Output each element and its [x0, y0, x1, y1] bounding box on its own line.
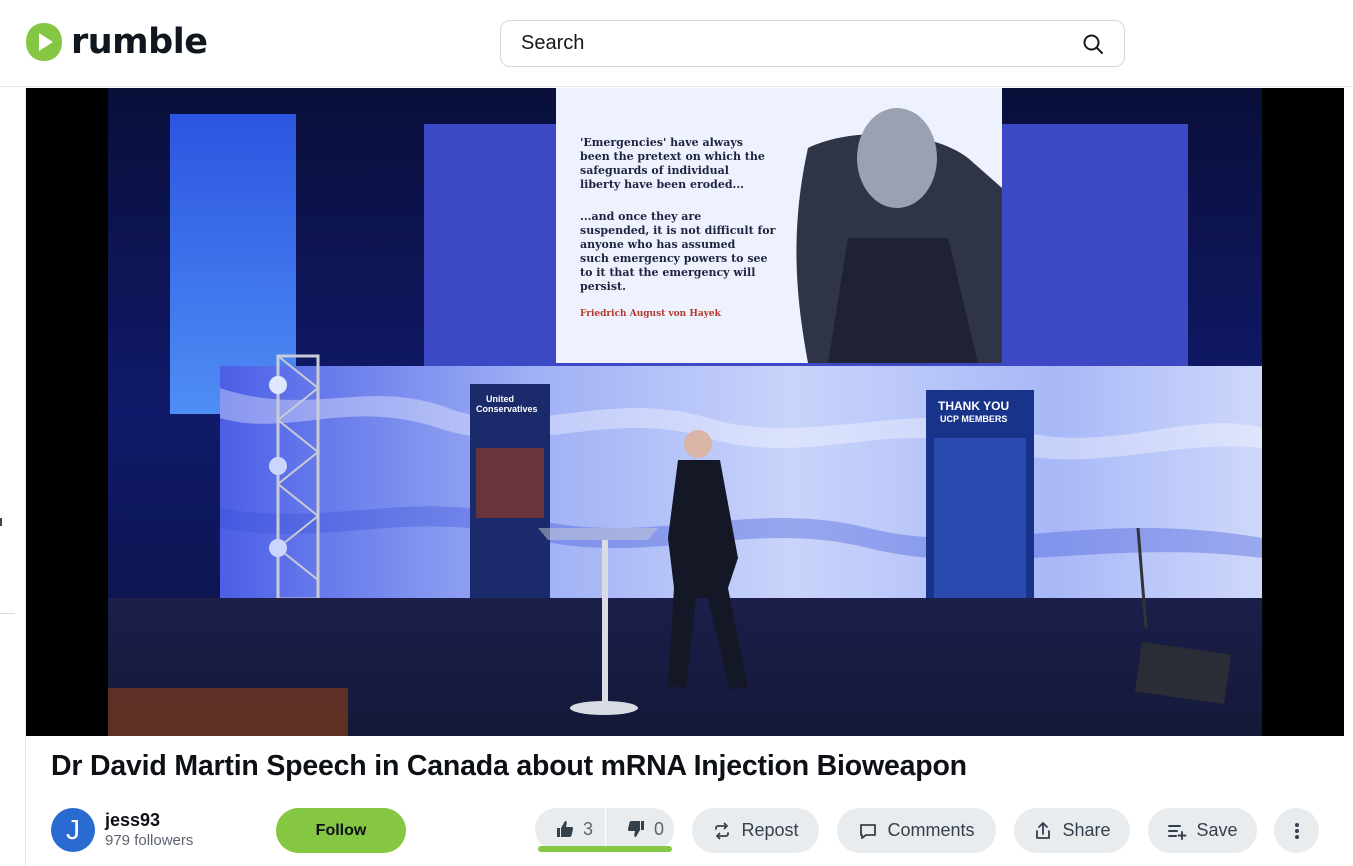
vote-ratio-bar — [538, 846, 672, 852]
svg-text:such emergency powers to see: such emergency powers to see — [580, 252, 768, 265]
svg-text:Friedrich August von Hayek: Friedrich August von Hayek — [580, 309, 722, 319]
share-icon — [1036, 821, 1051, 839]
more-vertical-icon — [1294, 822, 1299, 839]
video-frame: 'Emergencies' have always been the prete… — [108, 88, 1262, 736]
dislike-button[interactable]: 0 — [606, 808, 664, 850]
channel-name[interactable]: jess93 — [105, 809, 193, 831]
dislike-count: 0 — [654, 818, 665, 839]
sidebar-divider — [0, 613, 15, 614]
vote-control: 3 0 — [535, 808, 674, 850]
banner-left-line2: Conservatives — [476, 404, 538, 414]
sidebar-mark — [0, 518, 2, 526]
svg-text:anyone who has assumed: anyone who has assumed — [580, 238, 736, 251]
save-button[interactable]: Save — [1148, 808, 1257, 853]
repost-label: Repost — [741, 820, 799, 840]
banner-left-line1: United — [486, 394, 514, 404]
save-label: Save — [1196, 820, 1238, 840]
follower-count: 979 followers — [105, 832, 194, 849]
thumbs-up-icon — [557, 821, 574, 837]
repost-button[interactable]: Repost — [692, 808, 819, 853]
svg-text:safeguards of individual: safeguards of individual — [580, 164, 729, 177]
like-button[interactable]: 3 — [535, 808, 593, 850]
site-header: rumble — [0, 0, 1353, 87]
playlist-add-icon — [1168, 824, 1187, 840]
svg-text:liberty have been eroded...: liberty have been eroded... — [580, 178, 744, 191]
svg-text:...and once they are: ...and once they are — [580, 210, 701, 223]
avatar[interactable]: J — [51, 808, 95, 852]
search-input[interactable] — [521, 32, 1082, 55]
svg-text:been the pretext on which the: been the pretext on which the — [580, 150, 765, 163]
repost-icon — [715, 822, 730, 839]
video-title: Dr David Martin Speech in Canada about m… — [51, 750, 967, 782]
rumble-logo[interactable]: rumble — [25, 22, 208, 62]
banner-right-line2: UCP MEMBERS — [940, 414, 1007, 424]
svg-text:persist.: persist. — [580, 280, 626, 293]
share-label: Share — [1062, 820, 1111, 840]
share-button[interactable]: Share — [1014, 808, 1130, 853]
like-count: 3 — [583, 818, 594, 839]
banner-right-line1: THANK YOU — [938, 399, 1009, 413]
follow-button[interactable]: Follow — [276, 808, 406, 853]
svg-text:'Emergencies' have always: 'Emergencies' have always — [580, 136, 743, 149]
more-options-button[interactable] — [1274, 808, 1319, 853]
logo-text: rumble — [71, 22, 208, 62]
thumbs-down-icon — [627, 821, 645, 837]
rumble-logo-icon — [26, 23, 62, 61]
svg-text:to it that the emergency will: to it that the emergency will — [580, 266, 755, 279]
channel-info[interactable]: J jess93 979 followers — [51, 808, 193, 852]
search-icon[interactable] — [1082, 33, 1104, 55]
svg-text:suspended, it is not difficult: suspended, it is not difficult for — [580, 224, 776, 237]
search-bar[interactable] — [500, 20, 1125, 67]
comment-icon — [860, 823, 877, 839]
comments-button[interactable]: Comments — [837, 808, 996, 853]
comments-label: Comments — [887, 820, 975, 840]
video-player[interactable]: 'Emergencies' have always been the prete… — [26, 88, 1344, 736]
